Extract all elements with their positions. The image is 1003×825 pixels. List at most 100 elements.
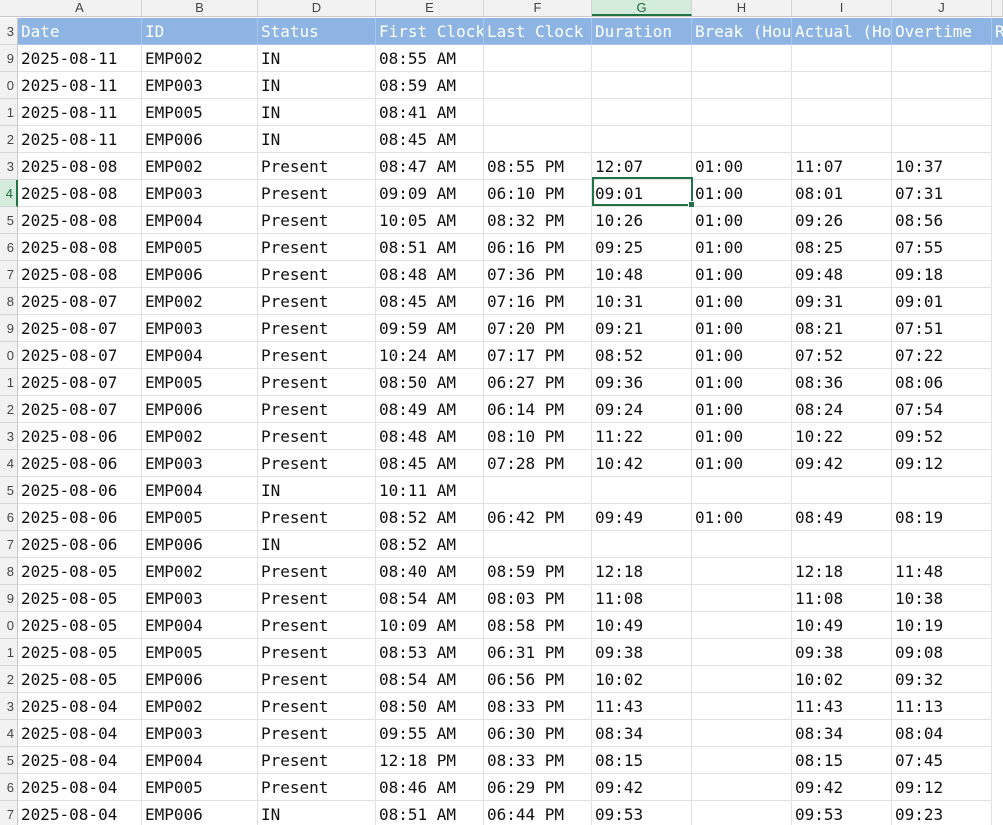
cell-break[interactable] xyxy=(692,693,792,720)
cell-duration[interactable]: 12:07 xyxy=(592,153,692,180)
cell-status[interactable]: Present xyxy=(258,207,376,234)
cell-duration[interactable]: 09:24 xyxy=(592,396,692,423)
cell-last-clock[interactable]: 08:55 PM xyxy=(484,153,592,180)
cell-actual[interactable]: 09:42 xyxy=(792,774,892,801)
cell-duration[interactable]: 08:15 xyxy=(592,747,692,774)
cell-break[interactable] xyxy=(692,666,792,693)
cell-duration[interactable]: 09:38 xyxy=(592,639,692,666)
cell-overtime[interactable]: 09:12 xyxy=(892,450,992,477)
cell-first-clock[interactable]: 08:46 AM xyxy=(376,774,484,801)
cell-duration[interactable]: 11:43 xyxy=(592,693,692,720)
cell-actual[interactable] xyxy=(792,99,892,126)
cell-date[interactable]: 2025-08-08 xyxy=(18,234,142,261)
cell-overtime[interactable] xyxy=(892,99,992,126)
cell-break[interactable] xyxy=(692,585,792,612)
cell-last-clock[interactable]: 06:16 PM xyxy=(484,234,592,261)
cell-first-clock[interactable]: 08:45 AM xyxy=(376,288,484,315)
cell-overtime[interactable] xyxy=(892,126,992,153)
cell-overtime[interactable]: 07:54 xyxy=(892,396,992,423)
cell-date[interactable]: 2025-08-05 xyxy=(18,639,142,666)
cell-overtime[interactable]: 08:06 xyxy=(892,369,992,396)
cell-date[interactable]: 2025-08-06 xyxy=(18,450,142,477)
cell-duration[interactable]: 08:52 xyxy=(592,342,692,369)
cell-last-clock[interactable]: 06:27 PM xyxy=(484,369,592,396)
column-header-e[interactable]: E xyxy=(376,0,484,16)
cell-date[interactable]: 2025-08-07 xyxy=(18,342,142,369)
cell-last-clock[interactable]: 08:32 PM xyxy=(484,207,592,234)
row-number[interactable]: 6 xyxy=(0,234,18,261)
cell-duration[interactable] xyxy=(592,126,692,153)
row-number[interactable]: 9 xyxy=(0,315,18,342)
header-cell-date[interactable]: Date xyxy=(18,18,142,45)
cell-first-clock[interactable]: 08:51 AM xyxy=(376,234,484,261)
cell-overtime[interactable] xyxy=(892,531,992,558)
cell-id[interactable]: EMP004 xyxy=(142,747,258,774)
cell-date[interactable]: 2025-08-11 xyxy=(18,99,142,126)
cell-duration[interactable]: 09:53 xyxy=(592,801,692,825)
cell-first-clock[interactable]: 08:45 AM xyxy=(376,126,484,153)
row-number[interactable]: 9 xyxy=(0,585,18,612)
cell-break[interactable] xyxy=(692,720,792,747)
cell-id[interactable]: EMP004 xyxy=(142,342,258,369)
header-cell-overflow[interactable]: R xyxy=(992,18,1003,45)
cell-overtime[interactable]: 09:32 xyxy=(892,666,992,693)
cell-duration[interactable]: 11:08 xyxy=(592,585,692,612)
cell-duration[interactable] xyxy=(592,45,692,72)
cell-status[interactable]: Present xyxy=(258,585,376,612)
row-number[interactable]: 8 xyxy=(0,288,18,315)
cell-status[interactable]: IN xyxy=(258,126,376,153)
cell-overtime[interactable]: 07:55 xyxy=(892,234,992,261)
row-number[interactable]: 5 xyxy=(0,477,18,504)
cell-id[interactable]: EMP006 xyxy=(142,396,258,423)
cell-date[interactable]: 2025-08-06 xyxy=(18,477,142,504)
cell-duration[interactable]: 12:18 xyxy=(592,558,692,585)
cell-last-clock[interactable]: 07:36 PM xyxy=(484,261,592,288)
cell-last-clock[interactable] xyxy=(484,99,592,126)
cell-status[interactable]: Present xyxy=(258,261,376,288)
cell-overtime[interactable]: 09:08 xyxy=(892,639,992,666)
cell-last-clock[interactable]: 07:17 PM xyxy=(484,342,592,369)
cell-id[interactable]: EMP002 xyxy=(142,288,258,315)
cell-status[interactable]: Present xyxy=(258,693,376,720)
row-number[interactable]: 5 xyxy=(0,747,18,774)
cell-last-clock[interactable]: 06:30 PM xyxy=(484,720,592,747)
cell-overtime[interactable]: 10:38 xyxy=(892,585,992,612)
cell-date[interactable]: 2025-08-04 xyxy=(18,801,142,825)
cell-id[interactable]: EMP005 xyxy=(142,639,258,666)
cell-date[interactable]: 2025-08-06 xyxy=(18,423,142,450)
cell-status[interactable]: Present xyxy=(258,612,376,639)
cell-date[interactable]: 2025-08-07 xyxy=(18,369,142,396)
cell-break[interactable]: 01:00 xyxy=(692,450,792,477)
cell-overtime[interactable]: 09:01 xyxy=(892,288,992,315)
cell-date[interactable]: 2025-08-07 xyxy=(18,288,142,315)
cell-break[interactable]: 01:00 xyxy=(692,315,792,342)
row-number[interactable]: 4 xyxy=(0,720,18,747)
cell-overtime[interactable]: 10:19 xyxy=(892,612,992,639)
cell-last-clock[interactable]: 08:33 PM xyxy=(484,693,592,720)
cell-last-clock[interactable]: 07:28 PM xyxy=(484,450,592,477)
cell-first-clock[interactable]: 08:53 AM xyxy=(376,639,484,666)
cell-date[interactable]: 2025-08-08 xyxy=(18,207,142,234)
cell-status[interactable]: IN xyxy=(258,801,376,825)
cell-overtime[interactable]: 08:04 xyxy=(892,720,992,747)
cell-status[interactable]: Present xyxy=(258,747,376,774)
cell-last-clock[interactable]: 07:20 PM xyxy=(484,315,592,342)
cell-first-clock[interactable]: 08:48 AM xyxy=(376,423,484,450)
cell-break[interactable]: 01:00 xyxy=(692,207,792,234)
cell-break[interactable]: 01:00 xyxy=(692,288,792,315)
cell-overtime[interactable]: 07:31 xyxy=(892,180,992,207)
cell-first-clock[interactable]: 10:24 AM xyxy=(376,342,484,369)
cell-date[interactable]: 2025-08-04 xyxy=(18,774,142,801)
row-number[interactable]: 6 xyxy=(0,774,18,801)
cell-actual[interactable]: 08:01 xyxy=(792,180,892,207)
cell-actual[interactable]: 08:49 xyxy=(792,504,892,531)
cell-overtime[interactable]: 08:19 xyxy=(892,504,992,531)
cell-overtime[interactable]: 09:18 xyxy=(892,261,992,288)
column-header-j[interactable]: J xyxy=(892,0,992,16)
cell-date[interactable]: 2025-08-06 xyxy=(18,531,142,558)
cell-actual[interactable]: 09:48 xyxy=(792,261,892,288)
column-header-overflow[interactable] xyxy=(992,0,1003,16)
cell-last-clock[interactable]: 06:42 PM xyxy=(484,504,592,531)
cell-date[interactable]: 2025-08-04 xyxy=(18,747,142,774)
cell-overtime[interactable]: 11:48 xyxy=(892,558,992,585)
